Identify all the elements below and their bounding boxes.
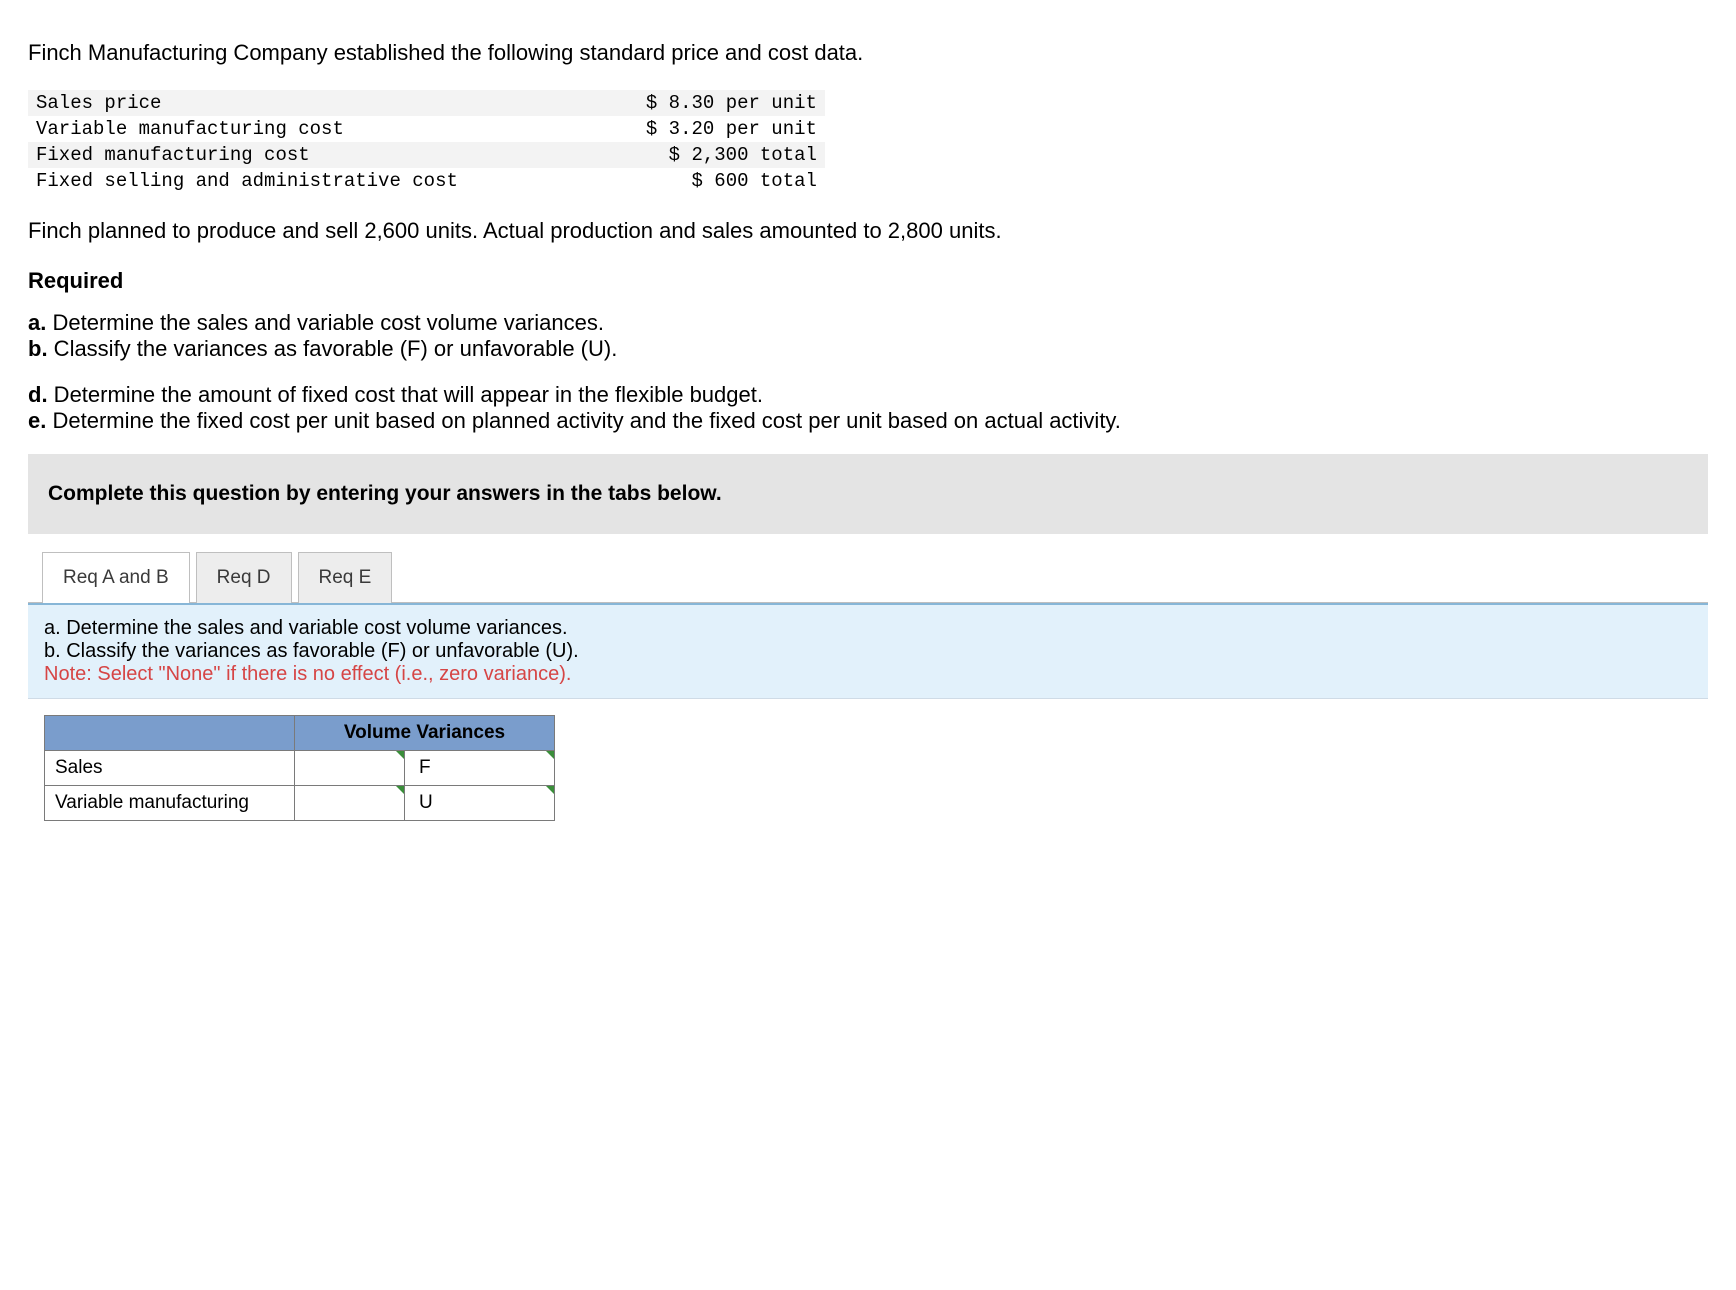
- table-row: Fixed selling and administrative cost $ …: [28, 168, 825, 194]
- tab-instructions: a. Determine the sales and variable cost…: [28, 603, 1708, 699]
- table-row: Sales price $ 8.30 per unit: [28, 90, 825, 116]
- answer-row-sales: Sales F: [45, 751, 555, 786]
- sales-variance-amount-input[interactable]: [295, 751, 405, 786]
- answer-table: Volume Variances Sales F Variable manufa…: [44, 715, 555, 821]
- data-label: Fixed manufacturing cost: [28, 142, 466, 168]
- tab-req-e[interactable]: Req E: [298, 552, 393, 603]
- problem-intro: Finch Manufacturing Company established …: [28, 40, 1708, 66]
- tab-req-d[interactable]: Req D: [196, 552, 292, 603]
- variable-manufacturing-variance-amount-input[interactable]: [295, 786, 405, 821]
- narrative-text: Finch planned to produce and sell 2,600 …: [28, 218, 1708, 244]
- row-label: Sales: [45, 751, 295, 786]
- cell-edit-indicator-icon: [396, 786, 404, 794]
- requirement-list-ab: a. Determine the sales and variable cost…: [28, 310, 1708, 362]
- table-row: Variable manufacturing cost $ 3.20 per u…: [28, 116, 825, 142]
- cell-edit-indicator-icon: [546, 751, 554, 759]
- answer-row-variable-manufacturing: Variable manufacturing U: [45, 786, 555, 821]
- requirement-b: b. Classify the variances as favorable (…: [28, 336, 1708, 362]
- requirement-d: d. Determine the amount of fixed cost th…: [28, 382, 1708, 408]
- tab-line-a: a. Determine the sales and variable cost…: [44, 617, 1692, 640]
- cell-edit-indicator-icon: [396, 751, 404, 759]
- requirement-a: a. Determine the sales and variable cost…: [28, 310, 1708, 336]
- requirement-e: e. Determine the fixed cost per unit bas…: [28, 408, 1708, 434]
- data-label: Variable manufacturing cost: [28, 116, 466, 142]
- tab-req-a-b[interactable]: Req A and B: [42, 552, 190, 603]
- cell-edit-indicator-icon: [546, 786, 554, 794]
- row-label: Variable manufacturing: [45, 786, 295, 821]
- data-value: $ 8.30 per unit: [466, 90, 825, 116]
- instruction-bar: Complete this question by entering your …: [28, 454, 1708, 534]
- requirement-list-de: d. Determine the amount of fixed cost th…: [28, 382, 1708, 434]
- data-label: Fixed selling and administrative cost: [28, 168, 466, 194]
- tab-line-b: b. Classify the variances as favorable (…: [44, 640, 1692, 663]
- table-row: Fixed manufacturing cost $ 2,300 total: [28, 142, 825, 168]
- standard-data-table: Sales price $ 8.30 per unit Variable man…: [28, 90, 825, 194]
- tab-panel-req-a-b: a. Determine the sales and variable cost…: [28, 602, 1708, 821]
- volume-variances-header: Volume Variances: [295, 716, 555, 751]
- blank-header: [45, 716, 295, 751]
- data-value: $ 600 total: [466, 168, 825, 194]
- data-label: Sales price: [28, 90, 466, 116]
- sales-variance-classification-select[interactable]: F: [405, 751, 555, 786]
- tab-note: Note: Select "None" if there is no effec…: [44, 663, 1692, 686]
- data-value: $ 2,300 total: [466, 142, 825, 168]
- tab-strip: Req A and B Req D Req E: [42, 552, 1708, 603]
- required-heading: Required: [28, 268, 1708, 294]
- data-value: $ 3.20 per unit: [466, 116, 825, 142]
- variable-manufacturing-variance-classification-select[interactable]: U: [405, 786, 555, 821]
